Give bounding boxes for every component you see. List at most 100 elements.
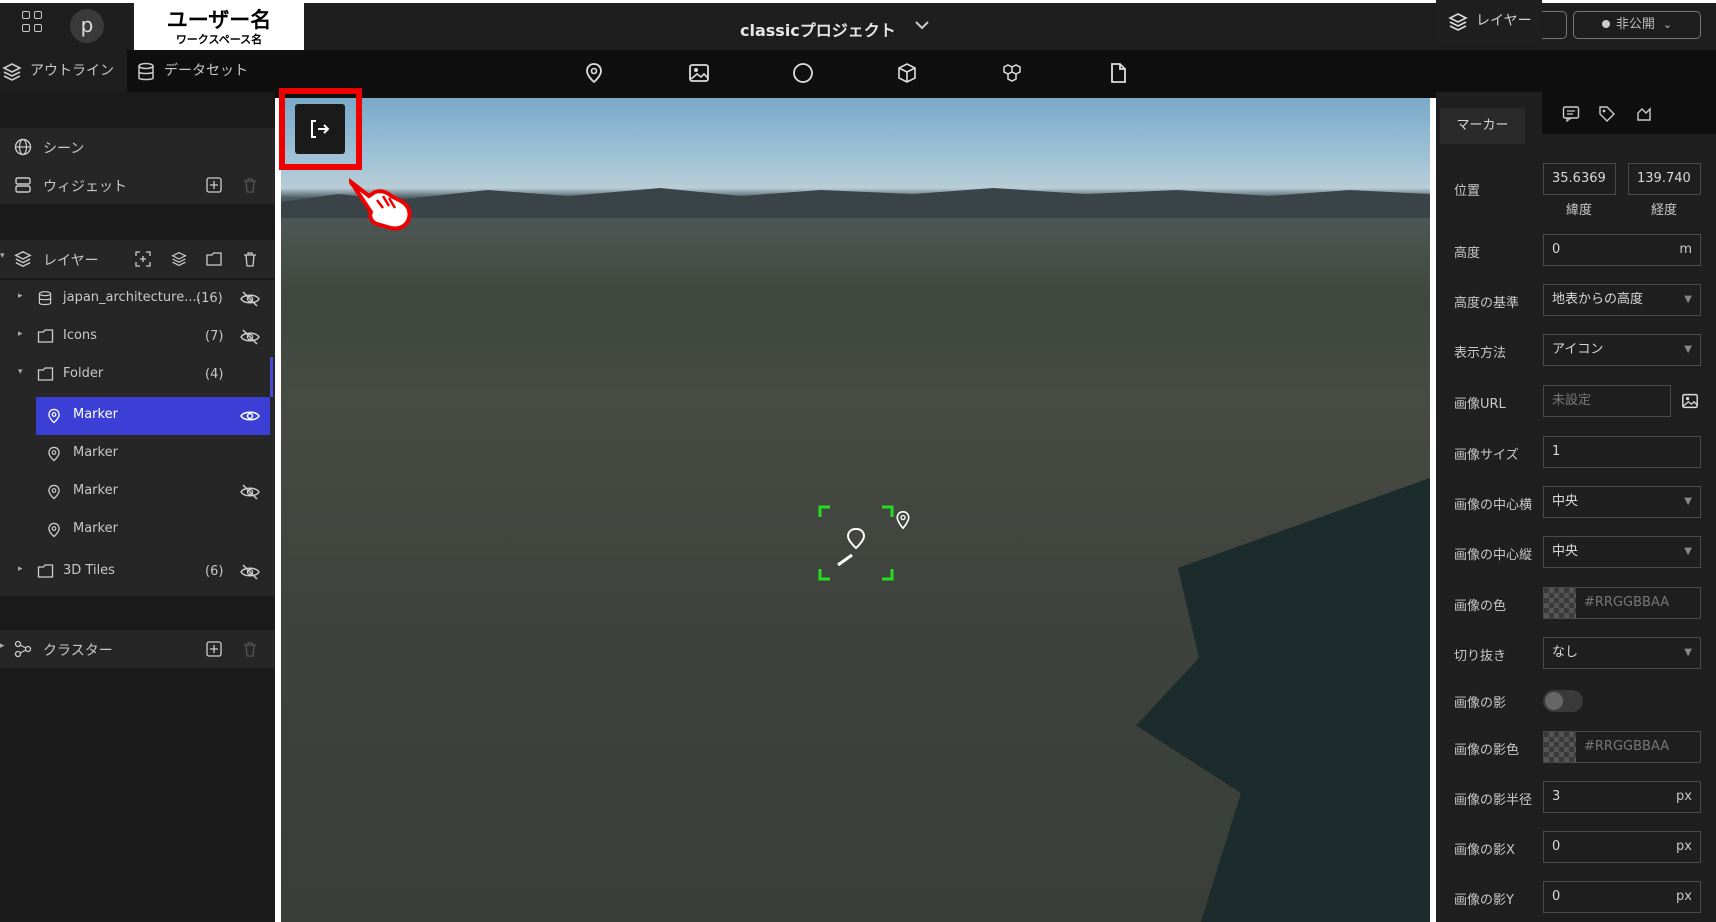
shadow-x-input[interactable]: 0 px xyxy=(1543,831,1701,863)
pointing-hand-icon xyxy=(348,178,412,231)
image-url-input[interactable]: 未設定 xyxy=(1543,385,1671,417)
eye-off-icon[interactable] xyxy=(240,563,260,581)
eye-off-icon[interactable] xyxy=(240,328,260,346)
folder-icon xyxy=(37,367,54,381)
color-swatch[interactable] xyxy=(1544,588,1576,618)
layer-item-count: (7) xyxy=(205,329,224,344)
eye-icon[interactable] xyxy=(240,408,260,424)
height-ref-select[interactable]: 地表からの高度 ▼ xyxy=(1543,284,1701,316)
display-select[interactable]: アイコン ▼ xyxy=(1543,334,1701,366)
toggle-knob xyxy=(1545,692,1563,710)
image-picker-icon[interactable] xyxy=(1681,393,1699,409)
trash-icon[interactable] xyxy=(242,641,258,657)
style-icon[interactable] xyxy=(1635,105,1653,123)
shadow-color-placeholder: #RRGGBBAA xyxy=(1584,739,1670,754)
folder-add-icon[interactable] xyxy=(206,251,222,267)
layer-item[interactable]: Marker xyxy=(0,473,275,511)
project-title[interactable]: classicプロジェクト xyxy=(740,17,896,41)
username: ユーザー名 xyxy=(166,8,272,32)
tab-dataset[interactable]: データセット xyxy=(130,50,260,92)
outline-scene[interactable]: シーン xyxy=(0,128,275,166)
image-tool-icon[interactable] xyxy=(688,62,710,84)
layer-item[interactable]: ▸ Icons (7) xyxy=(0,318,275,356)
image-url-label: 画像URL xyxy=(1454,397,1506,412)
marker-tool-icon[interactable] xyxy=(583,62,605,84)
latitude-input[interactable]: 35.6369 xyxy=(1543,163,1616,195)
user-workspace-box[interactable]: ユーザー名 ワークスペース名 xyxy=(134,3,304,50)
layer-item-label: Folder xyxy=(63,366,104,381)
layer-item[interactable]: Marker xyxy=(0,435,275,473)
circle-tool-icon[interactable] xyxy=(792,62,814,84)
comment-icon[interactable] xyxy=(1562,105,1580,123)
app-grid-icon[interactable] xyxy=(22,11,44,33)
shadow-color-input[interactable]: #RRGGBBAA xyxy=(1543,731,1701,763)
model-tool-icon[interactable] xyxy=(1001,62,1023,84)
image-color-input[interactable]: #RRGGBBAA xyxy=(1543,587,1701,619)
select-area-icon[interactable] xyxy=(135,251,151,267)
database-icon xyxy=(38,291,52,306)
marker-icon xyxy=(48,522,60,538)
layer-item[interactable]: Marker xyxy=(0,511,275,549)
layer-item-label: Marker xyxy=(73,445,118,460)
outline-cluster[interactable]: ▸ クラスター xyxy=(0,630,275,668)
shadow-x-label: 画像の影X xyxy=(1454,843,1515,858)
image-center-h-select[interactable]: 中央 ▼ xyxy=(1543,486,1701,518)
layer-item[interactable]: ▸ 3D Tiles (6) xyxy=(0,553,275,591)
selection-target[interactable] xyxy=(818,505,894,581)
folder-icon xyxy=(37,329,54,343)
tab-marker[interactable]: マーカー xyxy=(1440,108,1525,144)
position-label: 位置 xyxy=(1454,184,1481,199)
cluster-icon xyxy=(14,640,32,658)
right-tabs-bar xyxy=(1542,92,1716,134)
height-ref-label: 高度の基準 xyxy=(1454,296,1520,311)
layer-item[interactable]: Marker xyxy=(0,397,275,435)
color-swatch[interactable] xyxy=(1544,732,1576,762)
shadow-toggle[interactable] xyxy=(1543,690,1583,712)
layer-item-label: Icons xyxy=(63,328,97,343)
trash-icon[interactable] xyxy=(242,251,258,267)
outline-widget[interactable]: ウィジェット xyxy=(0,166,275,204)
dropdown-arrow-icon: ▼ xyxy=(1684,496,1692,507)
image-size-input[interactable]: 1 xyxy=(1543,436,1701,468)
eye-off-icon[interactable] xyxy=(240,483,260,501)
database-icon xyxy=(138,62,154,81)
publish-status-button[interactable]: 非公開 ⌄ xyxy=(1573,11,1701,39)
image-center-v-select[interactable]: 中央 ▼ xyxy=(1543,536,1701,568)
mountain-range xyxy=(281,188,1430,218)
tab-outline[interactable]: アウトライン xyxy=(0,50,127,92)
layer-item[interactable]: ▾ Folder (4) xyxy=(0,356,275,394)
outline-layers-header[interactable]: ▾ レイヤー xyxy=(0,240,275,278)
exit-button[interactable] xyxy=(295,104,345,154)
shadow-radius-input[interactable]: 3 px xyxy=(1543,781,1701,813)
shadow-y-value: 0 xyxy=(1552,889,1561,904)
avatar[interactable]: p xyxy=(70,9,104,43)
add-layer-icon[interactable] xyxy=(171,251,187,267)
height-label: 高度 xyxy=(1454,246,1481,261)
image-center-v-value: 中央 xyxy=(1552,544,1579,559)
layer-item-label: Marker xyxy=(73,483,118,498)
file-tool-icon[interactable] xyxy=(1107,62,1129,84)
marker-pin-icon[interactable] xyxy=(894,508,912,532)
exit-icon xyxy=(311,120,330,138)
tab-outline-label: アウトライン xyxy=(30,63,114,79)
layer-item[interactable]: ▸ japan_architecture.... (16) xyxy=(0,280,275,318)
crop-select[interactable]: なし ▼ xyxy=(1543,637,1701,669)
box-tool-icon[interactable] xyxy=(896,62,918,84)
tab-layer[interactable]: レイヤー xyxy=(1436,0,1542,42)
crop-value: なし xyxy=(1552,645,1579,660)
eye-off-icon[interactable] xyxy=(240,290,260,308)
shadow-y-input[interactable]: 0 px xyxy=(1543,881,1701,913)
add-icon[interactable] xyxy=(206,177,222,193)
tab-dataset-label: データセット xyxy=(164,63,248,79)
chevron-down-icon[interactable] xyxy=(914,17,930,37)
add-icon[interactable] xyxy=(206,641,222,657)
image-color-label: 画像の色 xyxy=(1454,599,1507,614)
tag-icon[interactable] xyxy=(1598,105,1616,123)
layers-label: レイヤー xyxy=(43,253,99,269)
list-scroll-indicator[interactable] xyxy=(270,357,273,397)
longitude-input[interactable]: 139.740 xyxy=(1628,163,1701,195)
marker-icon xyxy=(48,446,60,462)
px-unit: px xyxy=(1676,889,1692,904)
height-input[interactable]: 0m xyxy=(1543,234,1701,266)
trash-icon[interactable] xyxy=(242,177,258,193)
